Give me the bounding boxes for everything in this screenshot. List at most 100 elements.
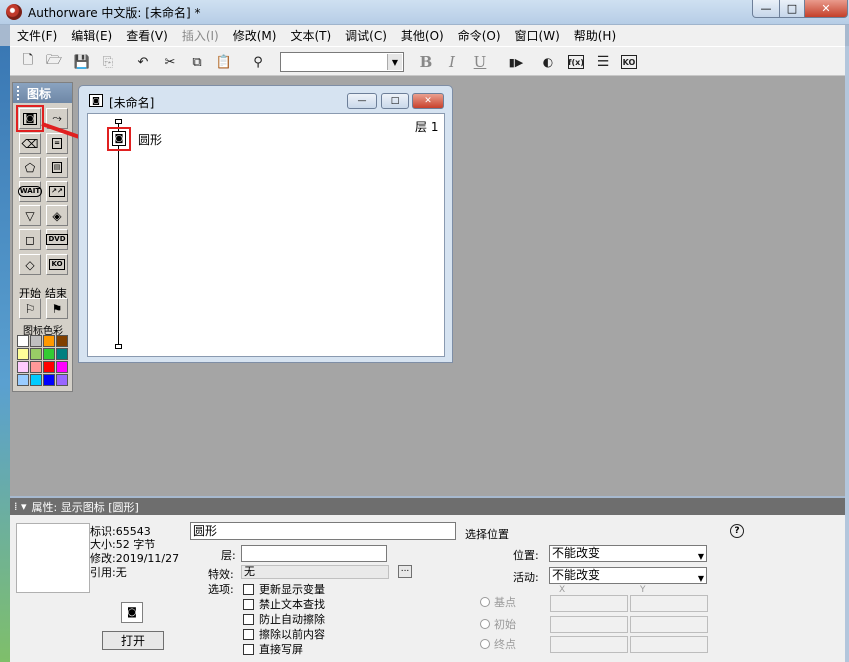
new-file-icon[interactable]: 🗋 — [18, 52, 38, 72]
flow-minimize-button[interactable]: — — [347, 93, 377, 109]
icon-name-input[interactable]: 圆形 — [190, 522, 456, 540]
option-exclude-text-search[interactable]: 禁止文本查找 — [243, 596, 325, 612]
color-swatch[interactable] — [43, 374, 55, 386]
end-y-input[interactable] — [630, 636, 708, 653]
checkbox[interactable] — [243, 613, 254, 625]
undo-icon[interactable]: ↶ — [133, 52, 153, 72]
radio-dot[interactable] — [480, 639, 490, 649]
interaction-icon[interactable]: ↗↗ — [46, 181, 68, 202]
underline-icon[interactable]: U — [470, 52, 490, 72]
maximize-button[interactable]: □ — [779, 0, 805, 18]
initial-y-input[interactable] — [630, 616, 708, 633]
functions-icon[interactable]: f(x) — [568, 55, 584, 69]
color-swatch[interactable] — [56, 374, 68, 386]
minimize-button[interactable]: — — [752, 0, 780, 18]
flow-icon-label[interactable]: 圆形 — [138, 131, 162, 148]
font-select[interactable]: ▼ — [280, 52, 404, 72]
menu-file[interactable]: 文件(F) — [10, 27, 64, 44]
grip-icon[interactable] — [17, 86, 21, 100]
calculation-icon[interactable]: ◈ — [46, 205, 68, 226]
color-swatch[interactable] — [43, 361, 55, 373]
color-swatch[interactable] — [17, 361, 29, 373]
paste-icon[interactable]: 📋 — [214, 52, 234, 72]
base-y-input[interactable] — [630, 595, 708, 612]
color-swatch[interactable] — [17, 374, 29, 386]
digital-movie-icon[interactable]: DVD — [46, 229, 68, 250]
decision-icon[interactable]: ▽ — [19, 205, 41, 226]
menu-window[interactable]: 窗口(W) — [508, 27, 567, 44]
menu-edit[interactable]: 编辑(E) — [64, 27, 119, 44]
checkbox[interactable] — [243, 583, 254, 595]
wait-icon[interactable]: WAIT — [17, 181, 43, 202]
find-icon[interactable]: ⚲ — [248, 52, 268, 72]
cut-icon[interactable]: ✂ — [160, 52, 180, 72]
menu-help[interactable]: 帮助(H) — [567, 27, 623, 44]
color-swatch[interactable] — [30, 361, 42, 373]
layer-input[interactable] — [241, 545, 387, 562]
import-icon[interactable]: ⎘ — [98, 52, 118, 72]
checkbox[interactable] — [243, 628, 254, 640]
movable-select[interactable]: 不能改变 ▼ — [549, 567, 707, 584]
help-icon[interactable]: ? — [730, 524, 744, 538]
option-prevent-auto-erase[interactable]: 防止自动擦除 — [243, 611, 325, 627]
end-x-input[interactable] — [550, 636, 628, 653]
chevron-down-icon[interactable]: ▼ — [698, 571, 704, 586]
color-swatch[interactable] — [17, 335, 29, 347]
radio-dot[interactable] — [480, 597, 490, 607]
color-swatch[interactable] — [56, 335, 68, 347]
variables-icon[interactable]: ☰ — [593, 52, 613, 72]
flow-close-button[interactable]: ✕ — [412, 93, 444, 109]
bold-icon[interactable]: B — [416, 52, 436, 72]
option-update-variables[interactable]: 更新显示变量 — [243, 581, 325, 597]
end-radio[interactable]: 终点 — [480, 636, 516, 652]
menu-view[interactable]: 查看(V) — [119, 27, 175, 44]
ko-icon[interactable]: KO — [46, 254, 68, 275]
erase-icon[interactable]: ⌫ — [19, 133, 41, 154]
base-radio[interactable]: 基点 — [480, 594, 516, 610]
color-swatch[interactable] — [30, 335, 42, 347]
display-icon[interactable]: ◙ — [16, 105, 44, 132]
flow-maximize-button[interactable]: □ — [381, 93, 409, 109]
copy-icon[interactable]: ⧉ — [187, 52, 207, 72]
map-icon[interactable]: ◻ — [19, 229, 41, 250]
color-swatch[interactable] — [56, 348, 68, 360]
chevron-down-icon[interactable]: ▼ — [698, 549, 704, 564]
position-select[interactable]: 不能改变 ▼ — [549, 545, 707, 562]
menu-debug[interactable]: 调试(C) — [338, 27, 394, 44]
color-swatch[interactable] — [30, 348, 42, 360]
color-swatch[interactable] — [17, 348, 29, 360]
initial-x-input[interactable] — [550, 616, 628, 633]
knowledge-objects-icon[interactable]: KO — [621, 55, 637, 69]
chevron-down-icon[interactable]: ▼ — [387, 54, 402, 70]
menu-xtras[interactable]: 其他(O) — [394, 27, 451, 44]
end-flag-icon[interactable]: ⚑ — [46, 298, 68, 319]
open-folder-icon[interactable]: 🗁 — [44, 52, 64, 72]
display-icon[interactable]: ◙ — [112, 131, 126, 146]
navigate-icon[interactable]: ⬠ — [19, 157, 41, 178]
option-direct-to-screen[interactable]: 直接写屏 — [243, 641, 303, 657]
sound-icon[interactable]: ◇ — [19, 254, 41, 275]
close-button[interactable]: ✕ — [804, 0, 848, 18]
menu-commands[interactable]: 命令(O) — [451, 27, 508, 44]
start-flag-icon[interactable]: ⚐ — [19, 298, 41, 319]
color-swatch[interactable] — [56, 361, 68, 373]
menu-insert[interactable]: 插入(I) — [175, 27, 226, 44]
initial-radio[interactable]: 初始 — [480, 616, 516, 632]
option-erase-previous[interactable]: 擦除以前内容 — [243, 626, 325, 642]
framework-icon[interactable]: ▤ — [46, 157, 68, 178]
menu-text[interactable]: 文本(T) — [283, 27, 338, 44]
italic-icon[interactable]: I — [442, 52, 462, 72]
base-x-input[interactable] — [550, 595, 628, 612]
menu-modify[interactable]: 修改(M) — [226, 27, 284, 44]
control-panel-icon[interactable]: ◐ — [538, 52, 558, 72]
checkbox[interactable] — [243, 643, 254, 655]
display-icon[interactable]: ◙ — [121, 602, 143, 623]
effect-browse-button[interactable]: ... — [398, 565, 412, 578]
open-button[interactable]: 打开 — [102, 631, 164, 650]
color-swatch[interactable] — [43, 348, 55, 360]
save-all-icon[interactable]: 💾 — [72, 52, 92, 72]
color-swatch[interactable] — [30, 374, 42, 386]
radio-dot[interactable] — [480, 619, 490, 629]
run-icon[interactable]: ▮▶ — [506, 52, 526, 72]
palette-header[interactable]: 图标 — [13, 83, 72, 103]
